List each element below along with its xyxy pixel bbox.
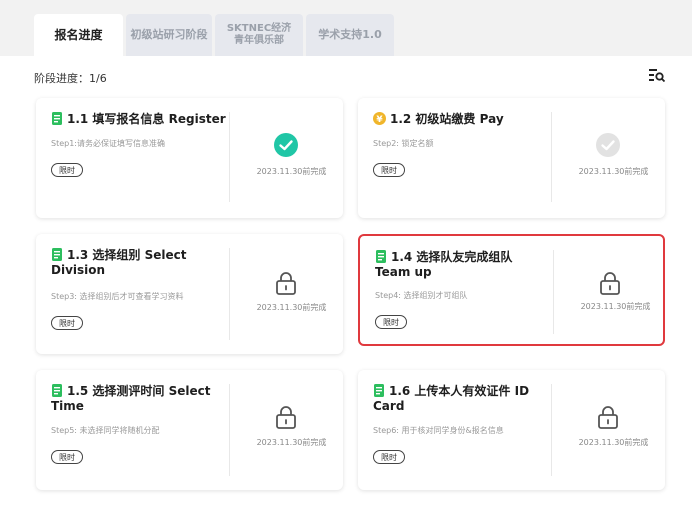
deadline-text: 2023.11.30前完成 — [256, 438, 327, 447]
tab-label: 初级站研习阶段 — [130, 28, 208, 41]
tab-junior-study-stage[interactable]: 初级站研习阶段 — [126, 14, 212, 56]
divider — [229, 112, 230, 202]
tab-label: 学术支持1.0 — [318, 28, 382, 41]
doc-icon — [52, 112, 62, 125]
card-title: 1.6 上传本人有效证件 ID Card — [373, 384, 530, 413]
card-title: 1.4 选择队友完成组队 Team up — [375, 250, 513, 279]
doc-icon — [52, 384, 62, 397]
task-card-id-card[interactable]: 1.6 上传本人有效证件 ID Card Step6: 用于核对同学身份&报名信… — [358, 370, 665, 490]
card-title: ¥1.2 初级站缴费 Pay — [373, 112, 548, 127]
lock-icon — [276, 272, 296, 295]
card-step: Step5: 未选择同学将随机分配 — [51, 426, 160, 435]
divider — [229, 248, 230, 340]
stage-progress: 阶段进度：1/6 — [34, 72, 107, 85]
tab-academic-support[interactable]: 学术支持1.0 — [306, 14, 394, 56]
time-limit-badge: 限时 — [375, 315, 407, 329]
deadline-text: 2023.11.30前完成 — [578, 167, 649, 176]
divider — [553, 250, 554, 334]
svg-text:¥: ¥ — [376, 115, 383, 125]
time-limit-badge: 限时 — [373, 450, 405, 464]
card-step: Step3: 选择组别后才可查看学习资料 — [51, 292, 184, 301]
doc-icon — [52, 248, 62, 261]
tab-registration-progress[interactable]: 报名进度 — [34, 14, 123, 56]
divider — [551, 384, 552, 476]
tab-sktnec-club[interactable]: SKTNEC经济 青年俱乐部 — [215, 14, 303, 56]
tab-label-line1: SKTNEC经济 — [226, 23, 292, 34]
task-card-select-time[interactable]: 1.5 选择测评时间 Select Time Step5: 未选择同学将随机分配… — [36, 370, 343, 490]
card-title: 1.3 选择组别 Select Division — [51, 248, 187, 277]
lock-icon — [600, 272, 620, 295]
task-card-register[interactable]: 1.1 填写报名信息 Register Step1:请务必保证填写信息准确 限时… — [36, 98, 343, 218]
lock-icon — [276, 406, 296, 429]
tab-label-line2: 青年俱乐部 — [234, 35, 284, 46]
divider — [551, 112, 552, 202]
check-circle-icon — [274, 133, 298, 157]
task-card-select-division[interactable]: 1.3 选择组别 Select Division Step3: 选择组别后才可查… — [36, 234, 343, 354]
top-tab-bar: 报名进度 初级站研习阶段 SKTNEC经济 青年俱乐部 学术支持1.0 — [0, 0, 692, 56]
card-title: 1.1 填写报名信息 Register — [51, 112, 226, 127]
time-limit-badge: 限时 — [51, 450, 83, 464]
deadline-text: 2023.11.30前完成 — [256, 303, 327, 312]
time-limit-badge: 限时 — [373, 163, 405, 177]
deadline-text: 2023.11.30前完成 — [256, 167, 327, 176]
tab-label: 报名进度 — [54, 28, 103, 42]
divider — [229, 384, 230, 476]
deadline-text: 2023.11.30前完成 — [578, 438, 649, 447]
card-step: Step1:请务必保证填写信息准确 — [51, 139, 165, 148]
task-card-team-up[interactable]: 1.4 选择队友完成组队 Team up Step4: 选择组别才可组队 限时 … — [358, 234, 665, 346]
task-card-pay[interactable]: ¥1.2 初级站缴费 Pay Step2: 锁定名额 限时 2023.11.30… — [358, 98, 665, 218]
card-step: Step6: 用于核对同学身份&报名信息 — [373, 426, 504, 435]
deadline-text: 2023.11.30前完成 — [580, 302, 651, 311]
card-title: 1.5 选择测评时间 Select Time — [51, 384, 211, 413]
yen-coin-icon: ¥ — [373, 112, 386, 125]
time-limit-badge: 限时 — [51, 163, 83, 177]
card-step: Step2: 锁定名额 — [373, 139, 434, 148]
card-step: Step4: 选择组别才可组队 — [375, 291, 468, 300]
check-circle-pending-icon — [596, 133, 620, 157]
time-limit-badge: 限时 — [51, 316, 83, 330]
filter-search-icon[interactable] — [649, 68, 665, 82]
doc-icon — [374, 384, 384, 397]
lock-icon — [598, 406, 618, 429]
doc-icon — [376, 250, 386, 263]
